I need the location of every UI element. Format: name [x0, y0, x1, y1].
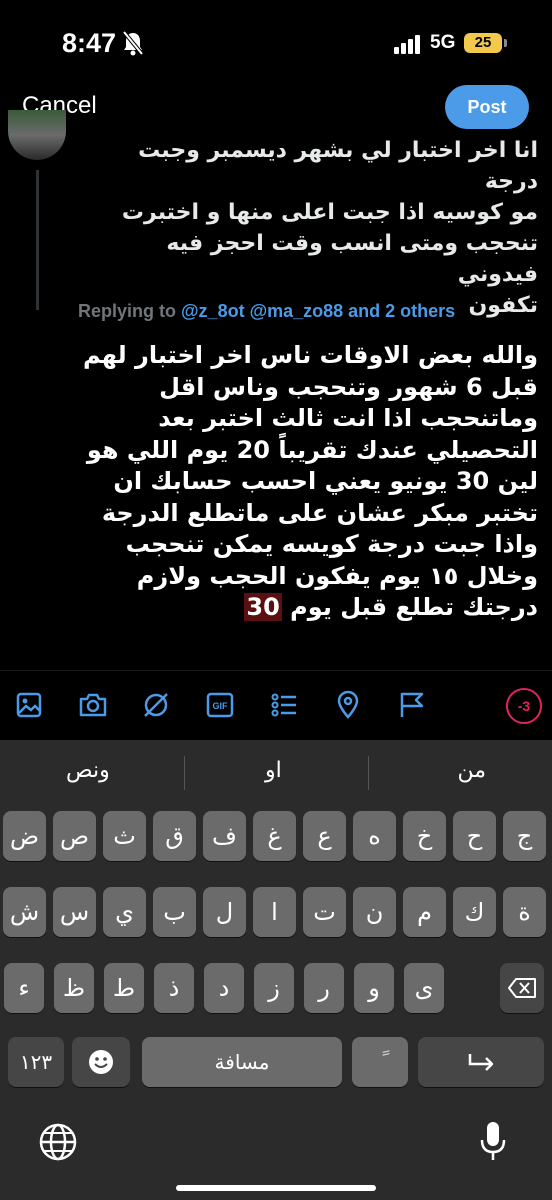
replying-to: Replying to @z_8ot @ma_zo88 and 2 others	[78, 301, 455, 322]
microphone-icon[interactable]	[478, 1120, 508, 1164]
avatar[interactable]	[8, 110, 66, 160]
emoji-key[interactable]	[72, 1037, 130, 1087]
key-row3-8[interactable]: ء	[4, 963, 44, 1013]
replying-mentions[interactable]: @z_8ot @ma_zo88 and 2 others	[181, 301, 455, 321]
key-row1-4[interactable]: ع	[303, 811, 346, 861]
post-button[interactable]: Post	[445, 85, 529, 129]
key-row3-3[interactable]: ز	[254, 963, 294, 1013]
compose-text-area[interactable]: والله بعض الاوقات ناس اخر اختبار لهم قبل…	[78, 340, 538, 624]
key-row3-4[interactable]: د	[204, 963, 244, 1013]
gif-label: GIF	[213, 701, 229, 711]
key-row1-5[interactable]: غ	[253, 811, 296, 861]
key-row2-7[interactable]: ب	[153, 887, 196, 937]
over-limit-highlight: 30	[244, 593, 282, 621]
key-row1-1[interactable]: ح	[453, 811, 496, 861]
globe-icon[interactable]	[38, 1122, 78, 1162]
quoted-tweet-text: انا اخر اختبار لي بشهر ديسمبر وجبت درجة …	[98, 135, 538, 321]
camera-icon[interactable]	[78, 690, 108, 720]
numbers-key[interactable]: ١٢٣	[8, 1037, 64, 1087]
gif-icon[interactable]: GIF	[205, 690, 235, 720]
key-row2-3[interactable]: ن	[353, 887, 396, 937]
key-row1-2[interactable]: خ	[403, 811, 446, 861]
signal-icon	[394, 35, 420, 54]
key-row3-0[interactable]: ى	[404, 963, 444, 1013]
list-icon[interactable]	[269, 690, 299, 720]
key-row3-7[interactable]: ظ	[54, 963, 94, 1013]
compose-line: والله بعض الاوقات ناس اخر اختبار لهم	[82, 341, 538, 369]
compose-line: التحصيلي عندك تقريباً 20 يوم اللي هو	[86, 435, 538, 464]
key-row2-8[interactable]: ي	[103, 887, 146, 937]
suggestion-2[interactable]: او	[265, 758, 282, 783]
key-row2-10[interactable]: ش	[3, 887, 46, 937]
suggestion-1[interactable]: من	[457, 758, 486, 783]
network-type: 5G	[430, 32, 456, 53]
emoji-icon	[89, 1050, 113, 1074]
key-row1-0[interactable]: ج	[503, 811, 546, 861]
flag-icon[interactable]	[397, 690, 427, 720]
no-sign-icon[interactable]	[141, 690, 171, 720]
key-row1-7[interactable]: ق	[153, 811, 196, 861]
backspace-icon	[508, 978, 536, 998]
key-row2-6[interactable]: ل	[203, 887, 246, 937]
compose-line-last: درجتك تطلع قبل يوم 30	[78, 592, 538, 624]
key-row3-2[interactable]: ر	[304, 963, 344, 1013]
key-row2-2[interactable]: م	[403, 887, 446, 937]
key-row1-8[interactable]: ث	[103, 811, 146, 861]
return-key[interactable]	[418, 1037, 544, 1087]
battery-icon: 25	[464, 33, 502, 53]
status-time: 8:47	[62, 28, 117, 58]
suggestion-3[interactable]: ونص	[66, 758, 110, 783]
character-counter: -3	[506, 688, 542, 724]
key-row1-3[interactable]: ه	[353, 811, 396, 861]
key-row2-4[interactable]: ت	[303, 887, 346, 937]
key-row2-9[interactable]: س	[53, 887, 96, 937]
bell-muted-icon	[122, 30, 144, 56]
suggestion-divider	[184, 756, 185, 790]
compose-line: وخلال ١٥ يوم يفكون الحجب ولازم	[136, 561, 538, 590]
key-row1-9[interactable]: ص	[53, 811, 96, 861]
backspace-key[interactable]	[500, 963, 544, 1013]
quoted-line: انا اخر اختبار لي بشهر ديسمبر وجبت درجة	[138, 138, 538, 194]
diacritic-key[interactable]: ً	[352, 1037, 408, 1087]
thread-line	[36, 170, 39, 310]
compose-last-text: درجتك تطلع قبل يوم	[281, 593, 538, 621]
key-row2-1[interactable]: ك	[453, 887, 496, 937]
battery-tip	[504, 39, 507, 47]
replying-prefix: Replying to	[78, 301, 181, 321]
key-row3-6[interactable]: ط	[104, 963, 144, 1013]
key-row3-1[interactable]: و	[354, 963, 394, 1013]
key-row2-0[interactable]: ة	[503, 887, 546, 937]
status-bar: 8:47 5G 25	[0, 0, 552, 90]
return-icon	[468, 1054, 494, 1071]
quoted-line: تنحجب ومتى انسب وقت احجز فيه فيدوني	[166, 231, 538, 287]
suggestion-divider	[368, 756, 369, 790]
key-row1-10[interactable]: ض	[3, 811, 46, 861]
key-row1-6[interactable]: ف	[203, 811, 246, 861]
compose-line: قبل 6 شهور وتنحجب وناس اقل	[159, 372, 538, 401]
home-indicator	[176, 1185, 376, 1191]
compose-line: لين 30 يونيو يعني احسب حسابك ان	[113, 467, 538, 495]
key-row2-5[interactable]: ا	[253, 887, 296, 937]
location-icon[interactable]	[333, 690, 363, 720]
quoted-line: مو كوسيه اذا جبت اعلى منها و اختبرت	[121, 200, 538, 225]
compose-line: وماتنحجب اذا انت ثالث اختبر بعد	[158, 404, 538, 432]
image-icon[interactable]	[14, 690, 44, 720]
compose-line: واذا جبت درجة كويسه يمكن تنحجب	[125, 530, 538, 558]
key-row3-5[interactable]: ذ	[154, 963, 194, 1013]
compose-line: تختبر مبكر عشان على ماتطلع الدرجة	[101, 498, 538, 527]
space-key[interactable]: مسافة	[142, 1037, 342, 1087]
